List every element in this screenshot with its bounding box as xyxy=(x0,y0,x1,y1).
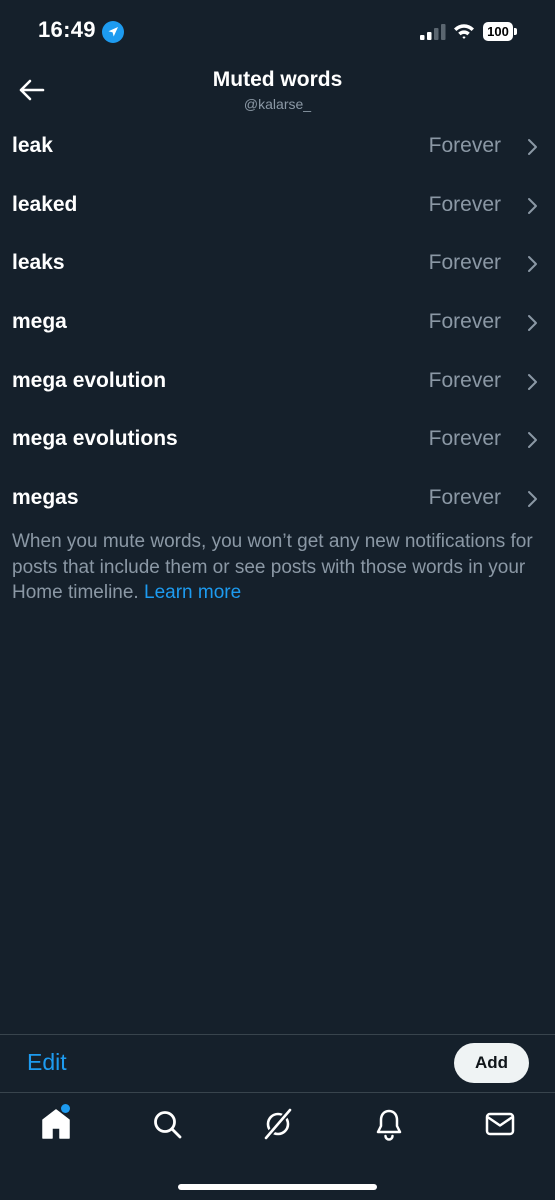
muted-word-row[interactable]: leaks Forever xyxy=(0,235,555,294)
chevron-right-icon xyxy=(528,432,537,449)
learn-more-link[interactable]: Learn more xyxy=(144,582,241,603)
muted-word-row[interactable]: mega Forever xyxy=(0,294,555,353)
muted-word-row[interactable]: mega evolutions Forever xyxy=(0,411,555,470)
chevron-right-icon xyxy=(528,139,537,155)
notification-dot xyxy=(61,1104,70,1113)
muted-word-label: megas xyxy=(12,486,79,510)
account-handle: @kalarse_ xyxy=(243,96,312,112)
muted-words-list: leak Forever leaked Forever leaks Foreve… xyxy=(0,118,555,529)
battery-level: 100 xyxy=(483,22,513,41)
search-icon xyxy=(154,1111,182,1139)
chevron-right-icon xyxy=(528,373,537,390)
status-bar: 16:49 100 xyxy=(0,0,555,64)
muted-word-label: leak xyxy=(12,134,53,157)
location-arrow-icon xyxy=(102,21,124,43)
muted-word-row[interactable]: leak Forever xyxy=(0,118,555,177)
mute-duration: Forever xyxy=(428,486,501,510)
mute-info-body: When you mute words, you won’t get any n… xyxy=(12,531,533,603)
status-time: 16:49 xyxy=(38,17,96,42)
tab-notifications[interactable] xyxy=(371,1106,407,1142)
muted-word-label: leaked xyxy=(12,192,78,216)
notifications-bell-icon xyxy=(376,1109,402,1141)
chevron-right-icon xyxy=(528,315,537,332)
tab-messages[interactable] xyxy=(482,1106,518,1142)
muted-word-label: leaks xyxy=(12,251,65,275)
mute-duration: Forever xyxy=(428,134,501,157)
page-title: Muted words xyxy=(212,68,343,91)
wifi-icon xyxy=(454,24,474,39)
battery-icon: 100 xyxy=(483,22,517,41)
muted-word-label: mega evolutions xyxy=(12,427,178,451)
divider xyxy=(0,1034,555,1035)
grok-icon xyxy=(263,1107,293,1141)
messages-envelope-icon xyxy=(485,1112,515,1136)
muted-word-row[interactable]: megas Forever xyxy=(0,470,555,529)
tab-search[interactable] xyxy=(149,1106,185,1142)
muted-word-label: mega evolution xyxy=(12,368,167,392)
edit-button[interactable]: Edit xyxy=(27,1049,67,1076)
mute-duration: Forever xyxy=(428,310,501,334)
mute-duration: Forever xyxy=(428,427,501,451)
battery-tip xyxy=(514,28,517,35)
muted-word-row[interactable]: leaked Forever xyxy=(0,177,555,236)
home-indicator xyxy=(178,1184,377,1190)
mute-duration: Forever xyxy=(428,192,501,216)
chevron-right-icon xyxy=(528,197,537,214)
mute-info-text: When you mute words, you won’t get any n… xyxy=(12,529,541,606)
add-button[interactable]: Add xyxy=(454,1043,529,1083)
tab-grok[interactable] xyxy=(260,1106,296,1142)
mute-duration: Forever xyxy=(428,251,501,275)
mute-duration: Forever xyxy=(428,368,501,392)
chevron-right-icon xyxy=(528,491,537,508)
signal-icon xyxy=(420,24,446,40)
divider xyxy=(0,1092,555,1093)
muted-word-row[interactable]: mega evolution Forever xyxy=(0,353,555,412)
muted-word-label: mega xyxy=(12,310,67,334)
chevron-right-icon xyxy=(528,256,537,273)
